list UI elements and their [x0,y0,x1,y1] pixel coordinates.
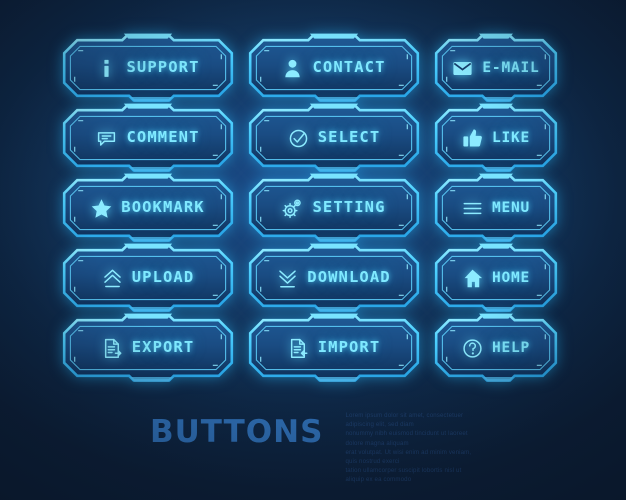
support-button[interactable] [62,33,234,102]
bookmark-button[interactable] [62,173,234,242]
button-cell-upload: UPLOAD [62,243,248,314]
button-cell-export: EXPORT [62,313,248,384]
button-cell-help: HELP [434,313,572,384]
export-button[interactable] [62,313,234,382]
button-cell-bookmark: BOOKMARK [62,173,248,244]
button-cell-import: IMPORT [248,313,434,384]
import-button[interactable] [248,313,420,382]
comment-button[interactable] [62,103,234,172]
button-cell-menu: MENU [434,173,572,244]
button-cell-select: SELECT [248,103,434,174]
footer-line: Lorem ipsum dolor sit amet, consectetuer… [345,412,464,429]
footer-line: nonummy nibh euismod tincidunt ut laoree… [345,430,468,447]
button-cell-like: LIKE [434,103,572,174]
contact-button[interactable] [248,33,420,102]
button-cell-comment: COMMENT [62,103,248,174]
menu-button[interactable] [434,173,558,242]
like-button[interactable] [434,103,558,172]
button-cell-setting: SETTING [248,173,434,244]
footer-description: Lorem ipsum dolor sit amet, consectetuer… [345,405,480,485]
page-title: BUTTONS [150,414,324,450]
button-cell-download: DOWNLOAD [248,243,434,314]
footer-line: erat volutpat. Ut wisi enim ad minim ven… [345,448,472,466]
button-cell-home: HOME [434,243,572,314]
button-cell-email: E-MAIL [434,33,572,104]
button-cell-support: SUPPORT [62,33,248,104]
buttons-showcase: SUPPORT CONTACT E-MAIL COMMENT SELECT LIKE BOO… [0,0,626,500]
footer-line: tation ullamcorper suscipit lobortis nis… [345,467,462,484]
button-grid: SUPPORT CONTACT E-MAIL COMMENT SELECT LIKE BOO… [62,33,572,384]
button-cell-contact: CONTACT [248,33,434,104]
download-button[interactable] [248,243,420,312]
help-button[interactable] [434,313,558,382]
upload-button[interactable] [62,243,234,312]
footer-block: BUTTONS Lorem ipsum dolor sit amet, cons… [150,405,480,485]
select-button[interactable] [248,103,420,172]
home-button[interactable] [434,243,558,312]
setting-button[interactable] [248,173,420,242]
email-button[interactable] [434,33,558,102]
